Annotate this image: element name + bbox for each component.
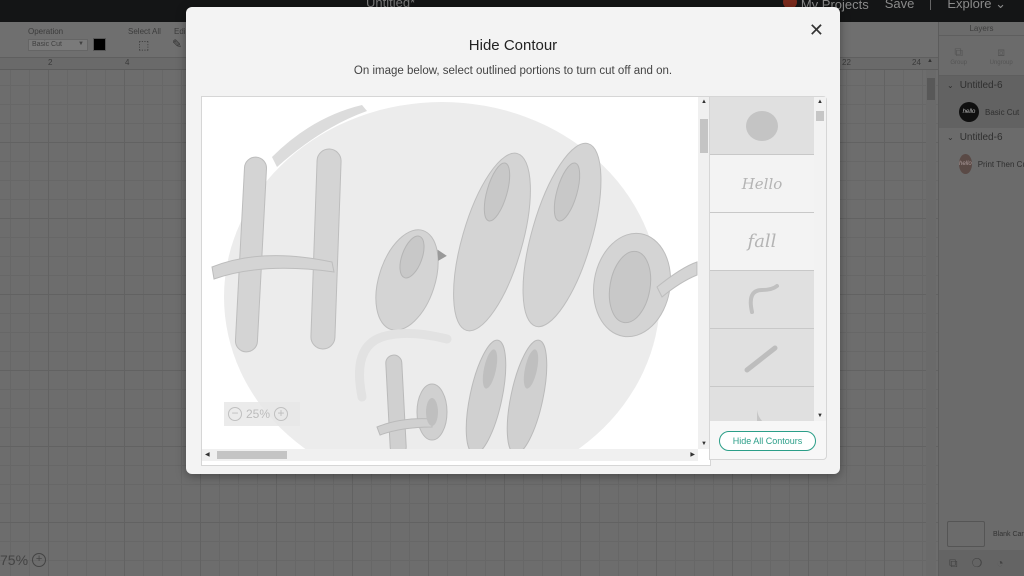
- scroll-up-icon[interactable]: ▲: [701, 99, 707, 105]
- scroll-right-icon[interactable]: ▶: [690, 451, 695, 458]
- group-buttons: ⧉ Group ⧈ Ungroup: [939, 36, 1024, 76]
- hide-all-contours-button[interactable]: Hide All Contours: [719, 431, 816, 451]
- chevron-down-icon: ⌄: [995, 0, 1006, 11]
- layer-group[interactable]: ⌄ Untitled-6 hello Basic Cut: [939, 76, 1024, 128]
- operation-select[interactable]: Basic Cut ▼: [28, 39, 88, 51]
- blank-canvas-item[interactable]: Blank Canvas: [947, 521, 1024, 547]
- preview-zoom-control: − 25% +: [224, 402, 300, 426]
- canvas-zoom-control: 75% +: [0, 552, 47, 568]
- explore-label: Explore: [947, 0, 992, 11]
- contour-list-scrollbar[interactable]: ▲ ▼: [814, 97, 826, 421]
- layers-actions-bar: ⧉ ❍ ◔: [939, 550, 1024, 576]
- preview-artwork[interactable]: Hello: [202, 97, 698, 449]
- attach-icon[interactable]: ◔: [996, 556, 1003, 570]
- hide-contour-dialog: Hide Contour On image below, select outl…: [186, 7, 840, 474]
- blank-canvas-thumbnail: [947, 521, 985, 547]
- ruler-tick: 24: [912, 58, 921, 67]
- scroll-up-icon[interactable]: ▲: [817, 99, 823, 105]
- layers-header: Layers: [939, 22, 1024, 36]
- contour-item-swoosh[interactable]: [710, 271, 814, 329]
- contour-label: fall: [747, 231, 777, 252]
- blank-canvas-label: Blank Canvas: [993, 530, 1024, 538]
- operation-label: Operation: [28, 27, 64, 36]
- contour-preview[interactable]: Hello − 25% + ▲ ▼: [201, 96, 711, 466]
- ungroup-label: Ungroup: [989, 60, 1013, 66]
- explore-menu[interactable]: Explore ⌄: [947, 0, 1006, 12]
- contour-item-circle[interactable]: [710, 97, 814, 155]
- layer-group[interactable]: ⌄ Untitled-6 hello Print Then Cut: [939, 128, 1024, 180]
- layer-thumbnail: hello: [959, 102, 979, 122]
- leaf-contour-icon: [757, 409, 763, 421]
- save-button[interactable]: Save: [885, 0, 915, 11]
- contour-list: Hello fall: [710, 97, 814, 421]
- zoom-out-icon[interactable]: −: [228, 407, 242, 421]
- scroll-up-icon[interactable]: ▲: [927, 58, 933, 64]
- ruler-tick: 2: [48, 58, 53, 67]
- pencil-icon[interactable]: ✎: [172, 37, 182, 51]
- layer-item[interactable]: hello Print Then Cut: [939, 148, 1024, 180]
- select-all-label: Select All: [128, 27, 161, 36]
- zoom-in-icon[interactable]: +: [274, 407, 289, 421]
- circle-contour-icon: [746, 110, 778, 141]
- dialog-subtitle: On image below, select outlined portions…: [353, 65, 673, 77]
- layer-item-label: Basic Cut: [985, 107, 1020, 117]
- scroll-down-icon[interactable]: ▼: [817, 413, 823, 419]
- operation-value: Basic Cut: [32, 41, 62, 48]
- ruler-tick: 4: [125, 58, 130, 67]
- canvas-scrollbar[interactable]: ▲: [926, 58, 936, 576]
- dialog-title: Hide Contour: [468, 37, 558, 54]
- combine-icon[interactable]: ❍: [972, 556, 983, 570]
- scrollbar-thumb[interactable]: [700, 119, 708, 153]
- ruler-tick: 22: [842, 58, 851, 67]
- scrollbar-thumb[interactable]: [217, 451, 287, 459]
- contour-item-fall[interactable]: fall: [710, 213, 814, 271]
- preview-zoom-level: 25%: [246, 407, 271, 421]
- stroke-contour-icon: [744, 345, 778, 372]
- contour-item-leaf[interactable]: [710, 387, 814, 421]
- layer-group-title: Untitled-6: [959, 80, 1003, 91]
- ungroup-icon: ⧈: [997, 45, 1005, 59]
- zoom-in-icon[interactable]: +: [32, 553, 47, 567]
- chevron-down-icon[interactable]: ⌄: [947, 76, 954, 96]
- scroll-down-icon[interactable]: ▼: [701, 441, 707, 447]
- scrollbar-thumb[interactable]: [927, 78, 935, 100]
- ungroup-button[interactable]: ⧈ Ungroup: [990, 45, 1013, 66]
- swoosh-contour-icon: [748, 283, 779, 314]
- divider: [930, 0, 932, 10]
- preview-horizontal-scrollbar[interactable]: ◀ ▶: [202, 449, 698, 461]
- caret-down-icon: ▼: [78, 41, 84, 47]
- select-all-icon[interactable]: ⬚: [138, 38, 149, 52]
- contour-label: Hello: [741, 174, 783, 193]
- close-icon[interactable]: ✕: [809, 21, 824, 39]
- layer-thumbnail: hello: [959, 154, 972, 174]
- scroll-left-icon[interactable]: ◀: [205, 451, 210, 458]
- contour-list-panel: Hello fall ▲ ▼ Hide All Contours: [709, 96, 827, 460]
- slice-icon[interactable]: ⧉: [949, 556, 958, 571]
- group-label: Group: [950, 60, 967, 66]
- contour-item-stroke[interactable]: [710, 329, 814, 387]
- color-swatch[interactable]: [93, 38, 106, 51]
- layer-item-label: Print Then Cut: [977, 159, 1024, 169]
- layers-panel: Layers ⧉ Group ⧈ Ungroup ⌄ Untitled-6 hel…: [938, 22, 1024, 576]
- layer-item[interactable]: hello Basic Cut: [939, 96, 1024, 128]
- group-button[interactable]: ⧉ Group: [950, 45, 967, 66]
- zoom-level: 75%: [0, 552, 29, 568]
- scrollbar-thumb[interactable]: [816, 111, 824, 121]
- chevron-down-icon[interactable]: ⌄: [947, 128, 954, 148]
- contour-item-hello[interactable]: Hello: [710, 155, 814, 213]
- layer-group-title: Untitled-6: [959, 132, 1003, 143]
- group-icon: ⧉: [954, 45, 963, 59]
